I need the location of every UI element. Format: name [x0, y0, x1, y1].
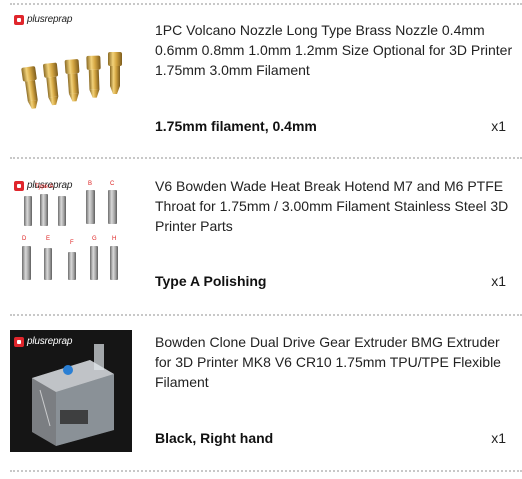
product-image-bmg-extruder[interactable]: plusreprap: [10, 330, 132, 452]
item-divider: [10, 3, 522, 5]
type-label-d: D: [22, 236, 27, 242]
item-divider: [10, 157, 522, 159]
product-title[interactable]: V6 Bowden Wade Heat Break Hotend M7 and …: [155, 176, 515, 236]
product-title[interactable]: Bowden Clone Dual Drive Gear Extruder BM…: [155, 332, 515, 392]
product-variant: 1.75mm filament, 0.4mm: [155, 118, 317, 134]
type-label-b: B: [88, 181, 92, 187]
type-label-e: E: [46, 236, 50, 242]
type-label-a: Type A: [35, 184, 53, 190]
product-variant: Black, Right hand: [155, 430, 274, 446]
type-label-g: G: [92, 236, 97, 242]
clear-extruder-image: [32, 344, 114, 446]
product-image-volcano-nozzle[interactable]: plusreprap: [10, 8, 132, 130]
product-variant: Type A Polishing: [155, 273, 267, 289]
type-label-f: F: [70, 240, 74, 246]
heat-break-parts-image: Type A B C D E F G H: [22, 181, 118, 280]
product-image-heat-break[interactable]: plusreprap Type A B C D E F G H: [10, 174, 132, 296]
item-divider: [10, 470, 522, 472]
brass-nozzles-image: [21, 52, 122, 109]
product-quantity: x1: [491, 273, 506, 289]
type-label-c: C: [110, 181, 115, 187]
product-title[interactable]: 1PC Volcano Nozzle Long Type Brass Nozzl…: [155, 20, 515, 80]
product-quantity: x1: [491, 118, 506, 134]
item-divider: [10, 314, 522, 316]
product-quantity: x1: [491, 430, 506, 446]
type-label-h: H: [112, 236, 116, 242]
